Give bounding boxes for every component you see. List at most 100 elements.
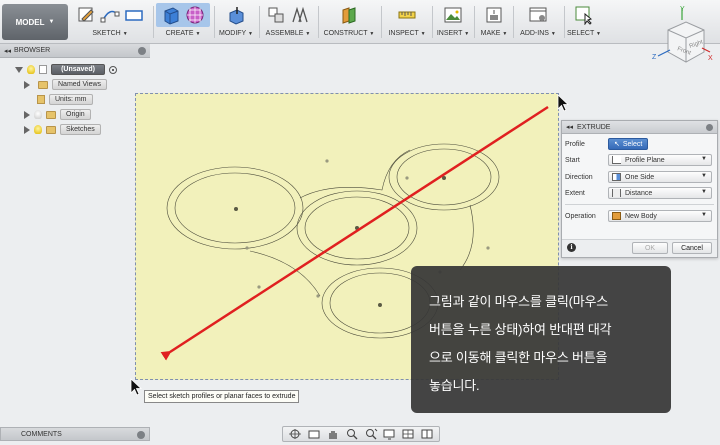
toolbar-label-make: MAKE [480, 30, 501, 37]
insert-image-icon[interactable] [443, 5, 463, 25]
profile-select-label: Select [622, 140, 643, 148]
visibility-bulb-icon[interactable] [34, 125, 42, 134]
extrude-dialog-header[interactable]: ◂◂ EXTRUDE [562, 121, 717, 134]
expand-triangle-icon[interactable] [24, 125, 30, 134]
row-label: Profile [565, 140, 585, 148]
press-pull-icon[interactable] [226, 5, 246, 25]
viewports-icon[interactable] [421, 428, 435, 440]
comments-panel-header[interactable]: COMMENTS [0, 427, 150, 441]
extrude-dialog: ◂◂ EXTRUDE Profile ↖ Select Start Profil… [561, 120, 718, 258]
row-label: Start [565, 156, 580, 164]
main-toolbar: MODEL ▼ SKETCH ▼ CREATE ▼ MODIFY ▼ ASSEM… [0, 0, 720, 44]
select-cursor-icon[interactable] [574, 5, 594, 25]
offset-plane-icon[interactable] [339, 5, 359, 25]
toolbar-group-modify[interactable]: MODIFY ▼ [216, 3, 256, 41]
browser-item-origin[interactable]: Origin [24, 108, 91, 121]
grid-settings-icon[interactable] [402, 428, 416, 440]
toolbar-group-inspect[interactable]: INSPECT ▼ [386, 3, 428, 41]
start-dropdown[interactable]: Profile Plane ▼ [608, 154, 712, 166]
workspace-switcher[interactable]: MODEL ▼ [2, 4, 68, 40]
direction-dropdown[interactable]: One Side ▼ [608, 171, 712, 183]
browser-item-named-views[interactable]: Named Views [24, 78, 108, 91]
start-value: Profile Plane [625, 156, 665, 164]
zoom-icon[interactable] [345, 428, 359, 440]
chevron-down-icon: ▼ [195, 31, 201, 37]
browser-item-label: Origin [60, 109, 91, 120]
divider [259, 6, 260, 38]
activate-radio-icon[interactable] [109, 65, 117, 74]
row-label: Direction [565, 173, 593, 181]
visibility-bulb-icon[interactable] [27, 65, 35, 74]
chevron-down-icon: ▼ [701, 212, 707, 218]
panel-options-icon[interactable] [138, 47, 146, 55]
chevron-down-icon: ▼ [701, 173, 707, 179]
measure-icon[interactable] [397, 5, 417, 25]
workspace-label: MODEL [15, 17, 45, 27]
new-body-icon [612, 212, 621, 220]
panel-options-icon[interactable] [137, 431, 145, 439]
ok-button[interactable]: OK [632, 242, 668, 254]
callout-line: 으로 이동해 클릭한 마우스 버튼을 [429, 350, 608, 365]
chevron-down-icon: ▼ [122, 31, 128, 37]
toolbar-group-add-ins[interactable]: ADD-INS ▼ [516, 3, 560, 41]
extrude-icon[interactable] [161, 5, 181, 25]
browser-item-units[interactable]: Units: mm [37, 93, 93, 106]
form-grid-icon[interactable] [185, 5, 205, 25]
toolbar-group-create[interactable]: CREATE ▼ [156, 3, 210, 41]
pan-hand-icon[interactable] [326, 428, 340, 440]
browser-item-label: Sketches [60, 124, 101, 135]
new-component-icon[interactable] [266, 5, 286, 25]
toolbar-group-make[interactable]: MAKE ▼ [478, 3, 510, 41]
extent-value: Distance [625, 189, 653, 197]
extrude-row-direction: Direction One Side ▼ [565, 171, 712, 183]
toolbar-label-insert: INSERT [436, 30, 463, 37]
toolbar-label-select: SELECT [566, 30, 595, 37]
chevron-down-icon: ▼ [701, 156, 707, 162]
toolbar-label-construct: CONSTRUCT [323, 30, 368, 37]
toolbar-group-assemble[interactable]: ASSEMBLE ▼ [263, 3, 313, 41]
orbit-icon[interactable] [288, 428, 302, 440]
chevron-down-icon: ▼ [248, 31, 253, 37]
display-settings-icon[interactable] [383, 428, 397, 440]
expand-triangle-icon[interactable] [15, 66, 23, 73]
joint-icon[interactable] [290, 5, 310, 25]
expand-triangle-icon[interactable] [24, 80, 30, 89]
cancel-button[interactable]: Cancel [672, 242, 712, 254]
divider [318, 6, 319, 38]
visibility-bulb-icon[interactable] [34, 110, 42, 119]
browser-item-label: Named Views [52, 79, 108, 90]
scripts-icon[interactable] [528, 5, 548, 25]
viewcube[interactable]: Front Right Y Z X [650, 4, 716, 70]
expand-triangle-icon[interactable] [24, 110, 30, 119]
folder-icon [46, 110, 56, 119]
chevron-down-icon: ▼ [369, 31, 375, 37]
collapse-arrows-icon[interactable]: ◂◂ [566, 123, 573, 131]
sketch-pencil-icon[interactable] [76, 5, 96, 25]
distance-icon [612, 189, 621, 197]
operation-dropdown[interactable]: New Body ▼ [608, 210, 712, 222]
collapse-arrows-icon[interactable]: ◂◂ [4, 47, 11, 55]
line-icon[interactable] [100, 5, 120, 25]
toolbar-group-insert[interactable]: INSERT ▼ [435, 3, 471, 41]
toolbar-group-construct[interactable]: CONSTRUCT ▼ [322, 3, 376, 41]
extent-dropdown[interactable]: Distance ▼ [608, 187, 712, 199]
browser-item-sketches[interactable]: Sketches [24, 123, 101, 136]
divider [153, 6, 154, 38]
divider [564, 6, 565, 38]
browser-root-row[interactable]: (Unsaved) [15, 63, 117, 76]
divider [381, 6, 382, 38]
info-icon[interactable]: i [567, 243, 576, 252]
look-at-icon[interactable] [307, 428, 321, 440]
callout-line: 버튼을 누른 상태)하여 반대편 대각 [429, 322, 612, 337]
profile-select-button[interactable]: ↖ Select [608, 138, 649, 150]
browser-panel-header[interactable]: ◂◂ BROWSER [0, 44, 150, 58]
fit-zoom-icon[interactable] [364, 428, 378, 440]
dialog-options-icon[interactable] [706, 124, 713, 131]
mouse-cursor-icon [130, 378, 143, 396]
toolbar-label-modify: MODIFY [218, 30, 247, 37]
rectangle-icon[interactable] [124, 5, 144, 25]
3d-print-icon[interactable] [484, 5, 504, 25]
toolbar-group-sketch[interactable]: SKETCH ▼ [72, 3, 148, 41]
toolbar-group-select[interactable]: SELECT ▼ [566, 3, 602, 41]
extrude-row-extent: Extent Distance ▼ [565, 187, 712, 199]
